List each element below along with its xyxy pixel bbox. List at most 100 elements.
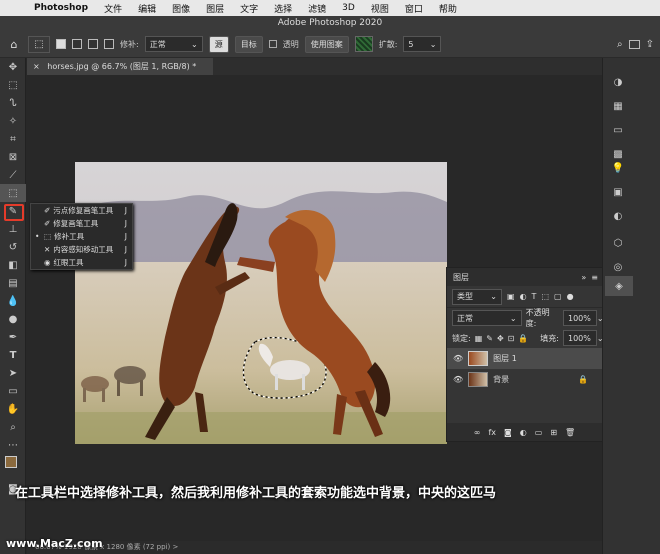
learn-panel-icon[interactable]: 💡: [604, 158, 632, 178]
type-tool-icon[interactable]: T: [0, 346, 26, 364]
history-brush-icon[interactable]: ↺: [0, 238, 26, 256]
path-selection-icon[interactable]: ➤: [0, 364, 26, 382]
eraser-tool-icon[interactable]: ◧: [0, 256, 26, 274]
menu-help[interactable]: 帮助: [431, 2, 465, 15]
target-button[interactable]: 目标: [234, 35, 263, 53]
blend-mode-select[interactable]: 正常 ⌄: [452, 310, 522, 326]
color-swatches[interactable]: [0, 454, 25, 480]
menu-image[interactable]: 图像: [164, 2, 198, 15]
new-group-icon[interactable]: ▭: [535, 428, 543, 437]
marquee-tool-icon[interactable]: ⬚: [0, 76, 26, 94]
menu-bar: Photoshop 文件 编辑 图像 图层 文字 选择 滤镜 3D 视图 窗口 …: [0, 0, 660, 16]
zoom-tool-icon[interactable]: ⌕: [0, 418, 26, 436]
filter-smart-icon[interactable]: ▢: [554, 292, 562, 301]
layer-row[interactable]: 👁 背景 🔒: [447, 369, 602, 390]
lock-paint-icon[interactable]: ✎: [486, 334, 493, 343]
flyout-item-content-aware-move[interactable]: ✕ 内容感知移动工具 J: [31, 243, 132, 256]
tab-close-icon[interactable]: ×: [33, 62, 40, 71]
trash-icon[interactable]: 🗑: [565, 428, 575, 437]
flyout-item-spot-healing[interactable]: ✐ 污点修复画笔工具 J: [31, 204, 132, 217]
add-mask-icon[interactable]: ◙: [504, 428, 512, 437]
menu-photoshop[interactable]: Photoshop: [26, 3, 96, 13]
layers-panel-icon[interactable]: ◈: [605, 276, 633, 296]
menu-window[interactable]: 窗口: [397, 2, 431, 15]
dodge-tool-icon[interactable]: ●: [0, 310, 26, 328]
diffusion-select[interactable]: 5 ⌄: [403, 36, 442, 52]
layers-tab[interactable]: 图层: [453, 272, 469, 283]
panel-menu-icon[interactable]: ≡: [591, 273, 602, 282]
menu-file[interactable]: 文件: [96, 2, 130, 15]
move-tool-icon[interactable]: ✥: [0, 58, 26, 76]
new-layer-icon[interactable]: ⊞: [550, 428, 557, 437]
eye-icon[interactable]: 👁: [453, 375, 463, 384]
menu-edit[interactable]: 编辑: [130, 2, 164, 15]
blur-tool-icon[interactable]: 💧: [0, 292, 26, 310]
menu-filter[interactable]: 滤镜: [300, 2, 334, 15]
new-selection-icon[interactable]: [56, 39, 66, 49]
flyout-item-patch[interactable]: • ⬚ 修补工具 J: [31, 230, 132, 243]
subtract-selection-icon[interactable]: [88, 39, 98, 49]
menu-layer[interactable]: 图层: [198, 2, 232, 15]
fill-input[interactable]: 100% ⌄: [563, 330, 604, 346]
menu-type[interactable]: 文字: [232, 2, 266, 15]
lock-artboard-icon[interactable]: ⊡: [508, 334, 515, 343]
gradient-tool-icon[interactable]: ▤: [0, 274, 26, 292]
lock-transparent-icon[interactable]: ▦: [475, 334, 483, 343]
flyout-item-red-eye[interactable]: ◉ 红眼工具 J: [31, 256, 132, 269]
intersect-selection-icon[interactable]: [104, 39, 114, 49]
add-selection-icon[interactable]: [72, 39, 82, 49]
menu-view[interactable]: 视图: [363, 2, 397, 15]
layer-row[interactable]: 👁 图层 1: [447, 348, 602, 369]
lock-all-icon[interactable]: 🔒: [518, 334, 528, 343]
stamp-tool-icon[interactable]: ⊥: [0, 220, 26, 238]
color-panel-icon[interactable]: ◑: [604, 72, 632, 92]
opacity-input[interactable]: 100% ⌄: [563, 310, 604, 326]
collapse-icon[interactable]: »: [581, 273, 591, 282]
pattern-swatch[interactable]: [354, 36, 373, 52]
hand-tool-icon[interactable]: ✋: [0, 400, 26, 418]
menu-select[interactable]: 选择: [266, 2, 300, 15]
adjustment-layer-icon[interactable]: ◐: [520, 428, 527, 437]
eyedropper-tool-icon[interactable]: ⟋: [0, 166, 26, 184]
filter-shape-icon[interactable]: ⬚: [541, 292, 549, 301]
more-tools-icon[interactable]: ⋯: [0, 436, 26, 454]
spot-healing-brush-icon: ✐: [44, 206, 51, 215]
magic-wand-tool-icon[interactable]: ✧: [0, 112, 26, 130]
options-bar: ⌂ ⬚ 修补: 正常 ⌄ 源 目标 透明 使用图案 扩散: 5 ⌄ ⌕ ⇪: [0, 31, 660, 58]
grass: [75, 412, 447, 444]
libraries-panel-icon[interactable]: ▣: [604, 182, 632, 202]
search-icon[interactable]: ⌕: [617, 39, 623, 50]
3d-panel-icon[interactable]: ⬡: [604, 233, 632, 253]
filter-toggle-icon[interactable]: ●: [567, 292, 574, 301]
layer-filter-select[interactable]: 类型 ⌄: [452, 288, 502, 305]
lock-move-icon[interactable]: ✥: [497, 334, 504, 343]
patch-tool-icon[interactable]: ⬚: [0, 184, 26, 202]
foreground-color-swatch[interactable]: [5, 456, 17, 468]
channels-panel-icon[interactable]: ◎: [604, 257, 632, 277]
document-tab[interactable]: × horses.jpg @ 66.7% (图层 1, RGB/8) *: [27, 58, 213, 75]
filter-adjust-icon[interactable]: ◐: [520, 292, 527, 301]
pen-tool-icon[interactable]: ✒: [0, 328, 26, 346]
swatches-panel-icon[interactable]: ▦: [604, 96, 632, 116]
filter-type-icon[interactable]: T: [532, 292, 537, 301]
patch-tool-preset-icon[interactable]: ⬚: [28, 35, 50, 53]
link-layers-icon[interactable]: ∞: [474, 428, 481, 437]
lasso-tool-icon[interactable]: ᔐ: [0, 94, 26, 112]
workspace-icon[interactable]: [628, 39, 640, 49]
shape-tool-icon[interactable]: ▭: [0, 382, 26, 400]
flyout-item-healing-brush[interactable]: ✐ 修复画笔工具 J: [31, 217, 132, 230]
share-icon[interactable]: ⇪: [646, 39, 660, 50]
crop-tool-icon[interactable]: ⌗: [0, 130, 26, 148]
transparent-checkbox[interactable]: [268, 40, 277, 48]
gradients-panel-icon[interactable]: ▭: [604, 120, 632, 140]
source-button[interactable]: 源: [208, 35, 229, 53]
adjustments-panel-icon[interactable]: ◐: [604, 206, 632, 226]
frame-tool-icon[interactable]: ⊠: [0, 148, 26, 166]
filter-pixel-icon[interactable]: ▣: [507, 292, 515, 301]
patch-mode-select[interactable]: 正常 ⌄: [144, 36, 203, 52]
eye-icon[interactable]: 👁: [453, 354, 463, 363]
fx-icon[interactable]: fx: [488, 428, 496, 437]
home-icon[interactable]: ⌂: [6, 38, 22, 51]
menu-3d[interactable]: 3D: [334, 3, 363, 13]
use-pattern-button[interactable]: 使用图案: [304, 35, 349, 53]
